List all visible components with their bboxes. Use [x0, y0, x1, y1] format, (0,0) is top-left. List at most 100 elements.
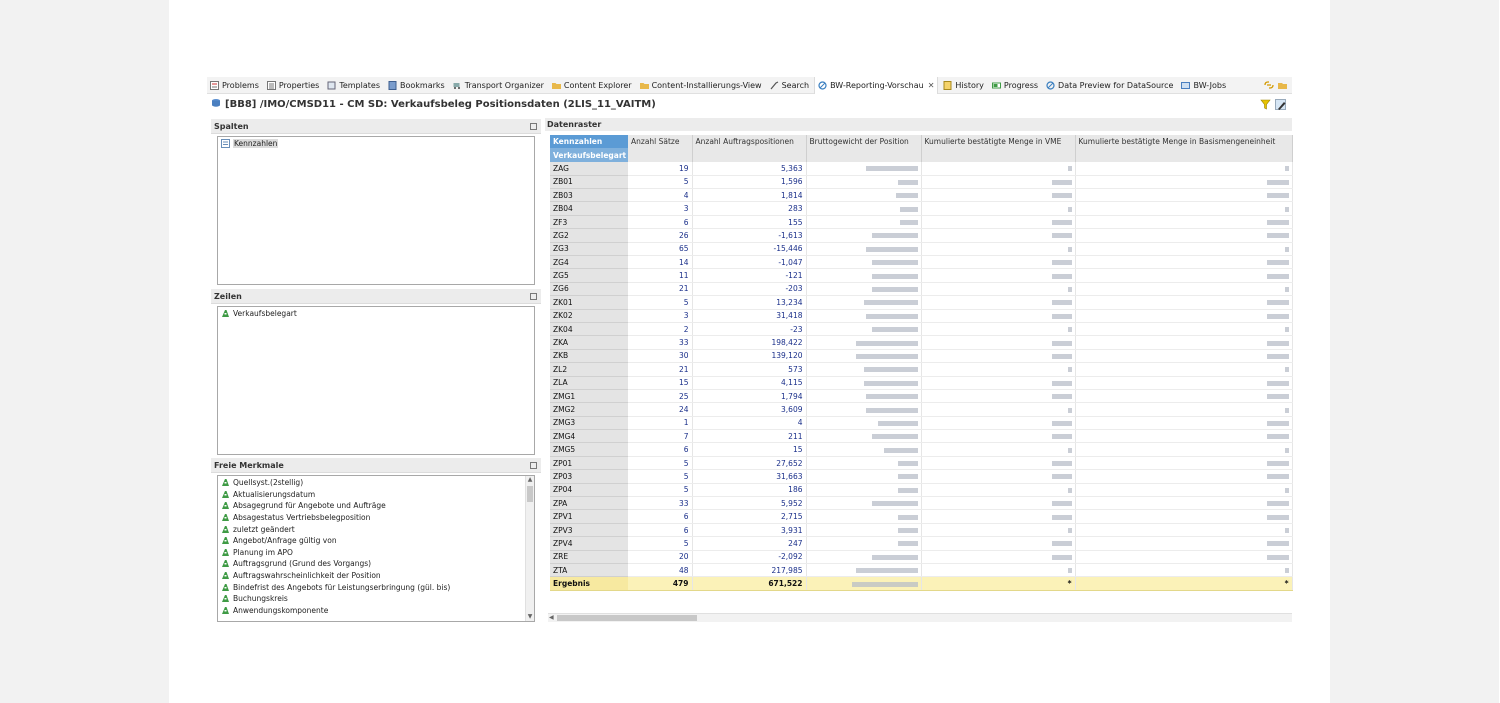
redacted-cell[interactable] [806, 175, 922, 190]
cell-anzahl-saetze[interactable]: 11 [628, 268, 693, 283]
redacted-cell[interactable] [921, 523, 1076, 538]
rows-list[interactable]: Verkaufsbelegart [217, 306, 535, 455]
cell-anzahl-positionen[interactable]: 247 [692, 536, 807, 551]
scrollbar-thumb[interactable] [557, 615, 697, 621]
redacted-cell[interactable] [806, 536, 922, 551]
row-key[interactable]: ZK01 [550, 295, 628, 310]
cell-anzahl-saetze[interactable]: 5 [628, 469, 693, 484]
cell-anzahl-saetze[interactable]: 20 [628, 550, 693, 565]
redacted-cell[interactable] [806, 322, 922, 337]
row-key[interactable]: ZB01 [550, 175, 628, 190]
row-key[interactable]: ZPV1 [550, 509, 628, 524]
tab-content-explorer[interactable]: Content Explorer [549, 77, 635, 94]
row-key[interactable]: ZMG5 [550, 442, 628, 457]
cell-anzahl-saetze[interactable]: 21 [628, 282, 693, 297]
row-key[interactable]: ZMG4 [550, 429, 628, 444]
cell-anzahl-positionen[interactable]: -1,047 [692, 255, 807, 270]
redacted-cell[interactable] [921, 536, 1076, 551]
redacted-cell[interactable] [921, 429, 1076, 444]
redacted-cell[interactable] [1075, 362, 1293, 377]
redacted-cell[interactable] [921, 255, 1076, 270]
cell-anzahl-positionen[interactable]: 2,715 [692, 509, 807, 524]
cell-anzahl-positionen[interactable]: 13,234 [692, 295, 807, 310]
row-key[interactable]: ZG5 [550, 268, 628, 283]
cell-anzahl-saetze[interactable]: 6 [628, 215, 693, 230]
redacted-cell[interactable] [1075, 335, 1293, 350]
table-row[interactable]: ZP01 5 27,652 [550, 456, 1293, 471]
row-key[interactable]: ZKB [550, 349, 628, 364]
cell-anzahl-saetze[interactable]: 26 [628, 228, 693, 243]
list-item[interactable]: Angebot/Anfrage gültig von [218, 535, 534, 547]
redacted-cell[interactable] [1075, 442, 1293, 457]
redacted-cell[interactable] [1075, 242, 1293, 257]
table-row[interactable]: ZMG3 1 4 [550, 416, 1293, 431]
cell-anzahl-saetze[interactable]: 30 [628, 349, 693, 364]
redacted-cell[interactable] [806, 576, 922, 591]
list-item[interactable]: Absagegrund für Angebote und Aufträge [218, 500, 534, 512]
cell-anzahl-saetze[interactable]: 6 [628, 442, 693, 457]
redacted-cell[interactable] [921, 416, 1076, 431]
column-header[interactable]: Kumulierte bestätigte Menge in Basismeng… [1075, 135, 1293, 162]
cell-anzahl-saetze[interactable]: 65 [628, 242, 693, 257]
redacted-cell[interactable] [806, 389, 922, 404]
settings-pen-icon[interactable] [1275, 98, 1286, 110]
table-row[interactable]: ZK01 5 13,234 [550, 295, 1293, 310]
scroll-left-icon[interactable]: ◀ [549, 614, 554, 621]
cell-anzahl-saetze[interactable]: 33 [628, 335, 693, 350]
scroll-up-icon[interactable]: ▲ [526, 476, 534, 484]
table-row[interactable]: ZMG2 24 3,609 [550, 402, 1293, 417]
redacted-cell[interactable] [921, 563, 1076, 578]
cell-anzahl-saetze[interactable]: 7 [628, 429, 693, 444]
maximize-icon[interactable] [530, 292, 537, 300]
cell-anzahl-saetze[interactable]: 19 [628, 161, 693, 176]
redacted-cell[interactable] [806, 268, 922, 283]
scrollbar-thumb[interactable] [527, 486, 533, 502]
cell-anzahl-positionen[interactable]: 1,794 [692, 389, 807, 404]
cell-anzahl-positionen[interactable]: -23 [692, 322, 807, 337]
redacted-cell[interactable] [921, 295, 1076, 310]
redacted-cell[interactable] [921, 509, 1076, 524]
redacted-cell[interactable] [806, 295, 922, 310]
list-item[interactable]: Quellsyst.(2stellig) [218, 477, 534, 489]
total-row[interactable]: Ergebnis 479 671,522 * * [550, 576, 1293, 591]
columns-list[interactable]: Kennzahlen [217, 136, 535, 285]
cell-anzahl-positionen[interactable]: -15,446 [692, 242, 807, 257]
cell-anzahl-positionen[interactable]: 155 [692, 215, 807, 230]
cell-anzahl-positionen[interactable]: 4,115 [692, 376, 807, 390]
cell-anzahl-positionen[interactable]: -2,092 [692, 550, 807, 565]
open-folder-icon[interactable] [1278, 80, 1288, 90]
redacted-cell[interactable] [806, 242, 922, 257]
cell-anzahl-saetze[interactable]: 5 [628, 483, 693, 498]
cell-anzahl-positionen[interactable]: 283 [692, 201, 807, 216]
redacted-cell[interactable] [806, 215, 922, 230]
table-row[interactable]: ZKA 33 198,422 [550, 335, 1293, 350]
redacted-cell[interactable] [1075, 268, 1293, 283]
list-item[interactable]: Auftragswahrscheinlichkeit der Position [218, 570, 534, 582]
cell-anzahl-positionen[interactable]: 198,422 [692, 335, 807, 350]
row-key[interactable]: ZPV4 [550, 536, 628, 551]
row-key[interactable]: ZPV3 [550, 523, 628, 538]
redacted-cell[interactable] [1075, 201, 1293, 216]
redacted-cell[interactable] [921, 322, 1076, 337]
cell-anzahl-saetze[interactable]: 5 [628, 456, 693, 471]
redacted-cell[interactable] [806, 362, 922, 377]
row-key[interactable]: ZG2 [550, 228, 628, 243]
column-header[interactable]: Anzahl Auftragspositionen [692, 135, 807, 162]
cell-anzahl-saetze[interactable]: 3 [628, 309, 693, 323]
redacted-cell[interactable] [1075, 550, 1293, 565]
redacted-cell[interactable] [921, 228, 1076, 243]
row-key[interactable]: ZF3 [550, 215, 628, 230]
tab-data-preview-for-datasource[interactable]: Data Preview for DataSource [1043, 77, 1176, 94]
redacted-cell[interactable] [921, 469, 1076, 484]
cell-anzahl-saetze[interactable]: 6 [628, 509, 693, 524]
row-key[interactable]: ZB03 [550, 188, 628, 203]
horizontal-scrollbar[interactable]: ◀ [548, 613, 1292, 622]
redacted-cell[interactable] [806, 228, 922, 243]
tab-search[interactable]: Search [767, 77, 812, 94]
redacted-cell[interactable] [1075, 456, 1293, 471]
redacted-cell[interactable] [921, 175, 1076, 190]
redacted-cell[interactable] [921, 456, 1076, 471]
cell-anzahl-saetze[interactable]: 21 [628, 362, 693, 377]
free-characteristics-list[interactable]: Quellsyst.(2stellig) Aktualisierungsdatum… [217, 475, 535, 622]
link-icon[interactable] [1264, 80, 1274, 90]
